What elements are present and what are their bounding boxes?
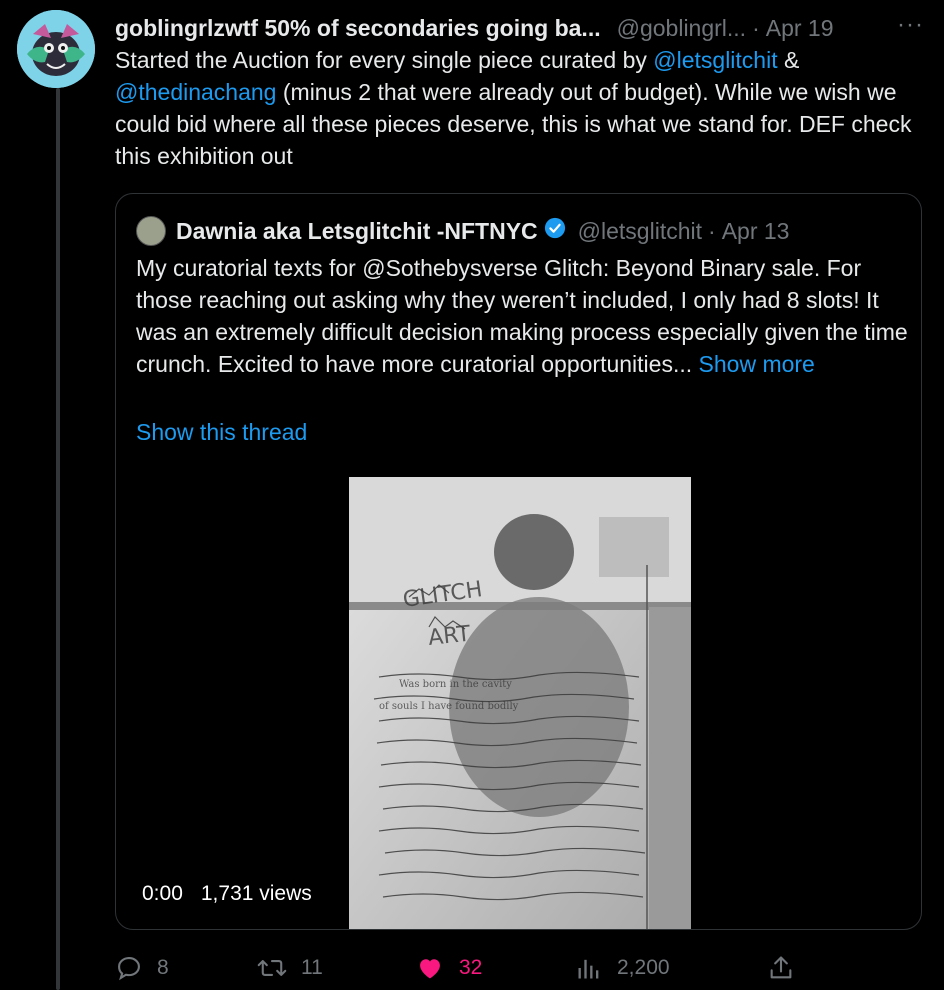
quote-text: My curatorial texts for @Sothebysverse G… [136,252,911,380]
mention-link[interactable]: @letsglitchit [653,47,777,73]
retweet-button[interactable]: 11 [257,950,323,986]
more-options-icon[interactable]: ··· [897,11,924,39]
views-chart-icon [578,959,599,979]
tweet-header: goblingrlzwtf 50% of secondaries going b… [115,11,924,45]
separator: · [708,217,716,244]
show-more-link[interactable]: Show more [699,351,815,377]
tweet-text-segment: Started the Auction for every single pie… [115,47,654,73]
retweet-count: 11 [301,956,323,979]
like-button[interactable]: 32 [415,950,482,986]
share-icon [770,956,792,979]
verified-badge-icon [544,217,566,245]
heart-icon [420,959,440,979]
tweet-date[interactable]: Apr 19 [766,15,834,42]
tweet-text: Started the Auction for every single pie… [115,44,930,172]
reply-button[interactable]: 8 [115,950,169,986]
avatar-image [17,10,95,88]
views-count: 2,200 [617,956,670,979]
handwriting-subtitle: ART [427,622,472,651]
action-bar: 8 11 32 2,200 [115,950,805,986]
handwriting-line: of souls I have found bodily [379,701,519,712]
separator: · [752,14,760,41]
video-media[interactable]: GLITCH ART Was born in the cavity of sou… [349,477,691,929]
quote-header: Dawnia aka Letsglitchit -NFTNYC @letsgli… [136,216,789,246]
reply-count: 8 [157,956,169,979]
video-time: 0:00 [142,882,183,905]
avatar[interactable] [17,10,95,88]
like-count: 32 [459,956,483,979]
retweet-icon [257,960,287,976]
quote-tweet-card[interactable]: Dawnia aka Letsglitchit -NFTNYC @letsgli… [115,193,922,930]
video-thumbnail: GLITCH ART Was born in the cavity of sou… [349,477,691,929]
author-name[interactable]: goblingrlzwtf 50% of secondaries going b… [115,15,601,42]
video-views: 1,731 views [200,882,312,905]
tweet-text-segment: & [777,47,800,73]
thread-line [56,88,60,990]
show-thread-link[interactable]: Show this thread [136,419,307,446]
quote-handle[interactable]: @letsglitchit [578,218,702,245]
reply-icon [118,957,140,981]
share-button[interactable] [767,950,809,986]
mention-link[interactable]: @thedinachang [115,79,276,105]
video-stats: 0:00 1,731 views [142,882,312,906]
quote-avatar[interactable] [136,216,166,246]
author-handle[interactable]: @goblingrl... [617,15,746,42]
views-button[interactable]: 2,200 [575,950,670,986]
handwriting-line: Was born in the cavity [399,679,512,690]
quote-date[interactable]: Apr 13 [722,218,790,245]
quote-author-name[interactable]: Dawnia aka Letsglitchit -NFTNYC [176,218,538,245]
